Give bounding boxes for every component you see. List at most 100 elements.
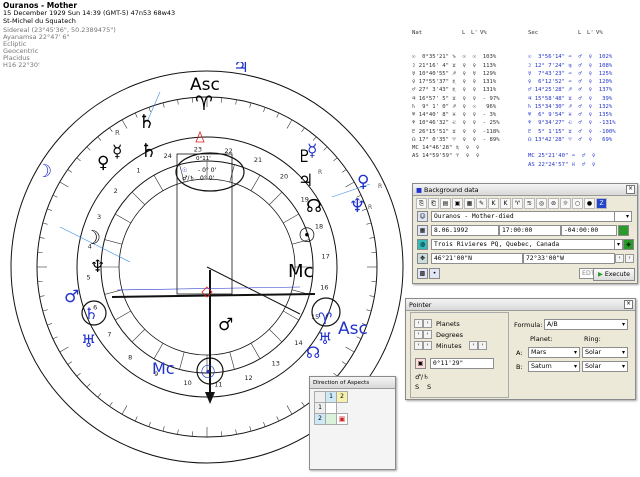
zone-field[interactable]: -04:00:00	[561, 225, 617, 236]
print-icon[interactable]: ▦	[464, 198, 475, 209]
pointer-value-field[interactable]: 0°11'29"	[430, 358, 494, 369]
name-field[interactable]: Ouranos - Mother-died	[431, 211, 615, 222]
aries-toolbar-icon[interactable]: ♈	[512, 198, 523, 209]
play-icon: ▶	[597, 271, 603, 278]
moon-icon: ☽	[84, 227, 101, 249]
wheel-icon[interactable]: ◎	[536, 198, 547, 209]
sun-toolbar-icon[interactable]: ☼	[560, 198, 571, 209]
a-planet-select[interactable]: Mars	[528, 347, 580, 358]
house-number: 12	[244, 374, 252, 382]
background-data-window[interactable]: ■ Background data × ⎘ ⎗ ▤ ▣ ▦ ✎ K K ♈ ♋ …	[412, 183, 638, 284]
coordinates-icon[interactable]: ✥	[417, 253, 428, 264]
degrees-next-icon[interactable]: ›	[423, 330, 432, 339]
execute-button[interactable]: ▶ Execute	[593, 268, 635, 281]
spin-down-icon[interactable]: ‹	[615, 254, 624, 263]
sec-header-l: L	[578, 29, 582, 36]
ring-icon[interactable]: ⊜	[548, 198, 559, 209]
natal-table: Nat L L' V% ☉ 0°35'21" ♑ ☉ ☉ 103% ☽ 21°16…	[412, 12, 500, 169]
circle-icon[interactable]: ○	[572, 198, 583, 209]
table-row: ♆ 9°34'27" ♌ ♂ ♀ -131%	[528, 120, 616, 127]
pointer-window[interactable]: Pointer × ‹ › Planets ‹ › Degrees ‹ › Mi…	[405, 298, 636, 400]
edit-icon[interactable]: ✎	[476, 198, 487, 209]
moon-icon-secondary: ☽	[36, 161, 52, 182]
table-row: ♇ 26°15'51" ♊ ♀ ♀ -118%	[412, 128, 500, 135]
pointer-calc-icon[interactable]: ▣	[415, 358, 426, 369]
house-number: 10	[184, 379, 192, 387]
mc-label-bottom: Mc	[152, 359, 175, 378]
planets-next-icon[interactable]: ›	[423, 319, 432, 328]
save-icon[interactable]: ▣	[452, 198, 463, 209]
neptune-icon: ♆	[90, 257, 105, 277]
calendar-icon[interactable]: ▦	[417, 225, 428, 236]
a-label: A:	[516, 349, 523, 357]
background-data-titlebar[interactable]: ■ Background data ×	[413, 184, 637, 196]
aspects-title: Direction of Aspects	[313, 379, 370, 386]
center-degree: 0°11'	[196, 156, 211, 162]
k2-icon[interactable]: K	[500, 198, 511, 209]
pointer-titlebar[interactable]: Pointer ×	[406, 299, 635, 311]
aspects-titlebar[interactable]: Direction of Aspects	[310, 377, 395, 389]
table-row: ♀ 17°55'37" ♏ ♀ ♀ 131%	[412, 79, 497, 85]
sec-header: Sec	[528, 29, 539, 36]
paste-icon[interactable]: ⎗	[428, 198, 439, 209]
sun-icon-secondary: ☉	[200, 362, 216, 383]
a-ring-select[interactable]: Solar	[582, 347, 628, 358]
z-icon[interactable]: Z	[596, 198, 607, 209]
dot-icon[interactable]: ●	[584, 198, 595, 209]
place-field[interactable]: Trois Rivieres PQ, Quebec, Canada	[431, 239, 615, 250]
table-row: ♅ 14°40' 8" ♓ ♀ ♀ - 3%	[412, 112, 497, 118]
house-number: 24	[164, 152, 172, 160]
b-ring-select[interactable]: Solar	[582, 361, 628, 372]
minutes-step-prev-icon[interactable]: ‹	[469, 341, 478, 350]
longitude-field[interactable]: 72°33'00"W	[523, 253, 615, 264]
place-dropdown[interactable]	[614, 239, 623, 250]
house-number: 21	[254, 156, 262, 164]
ring-s1: S	[415, 383, 420, 391]
table-row: ♃ 16°57' 5" ♊ ♀ ♀ - 97%	[412, 95, 500, 102]
center-mars-saturn: ♂/♄	[182, 175, 195, 182]
secondary-table: Sec L L' V% ☉ 3°56'14" ♒ ♂ ♀ 102% ☽ 12° 7…	[528, 12, 616, 177]
close-icon[interactable]: ×	[626, 185, 635, 194]
planets-prev-icon[interactable]: ‹	[414, 319, 423, 328]
execute-label: Execute	[604, 271, 631, 278]
name-dropdown[interactable]	[614, 211, 632, 222]
k-icon[interactable]: K	[488, 198, 499, 209]
new-icon[interactable]: ▤	[440, 198, 451, 209]
chart-place: St-Michel du Squatech	[3, 17, 76, 25]
cancer-toolbar-icon[interactable]: ♋	[524, 198, 535, 209]
degrees-label: Degrees	[436, 331, 464, 339]
zone-indicator-icon[interactable]	[618, 225, 629, 236]
formula-select[interactable]: A/B	[544, 319, 628, 330]
minutes-prev-icon[interactable]: ‹	[414, 341, 423, 350]
dot-select-icon[interactable]: •	[429, 268, 440, 279]
center-row-1: - 0° 0'	[198, 167, 217, 174]
globe-icon[interactable]: ◍	[417, 239, 428, 250]
table-row: ♂ 27° 3'43" ♏ ♀ ♀ 131%	[412, 87, 497, 94]
degrees-prev-icon[interactable]: ‹	[414, 330, 423, 339]
jupiter-icon-secondary: ♃	[233, 62, 249, 77]
date-field[interactable]: 8.06.1992	[431, 225, 499, 236]
ring-header: Ring:	[584, 335, 601, 343]
time-field[interactable]: 17:00:00	[499, 225, 561, 236]
b-planet-select[interactable]: Saturn	[528, 361, 580, 372]
mc-line	[206, 266, 301, 315]
minutes-label: Minutes	[436, 342, 462, 350]
aspects-window[interactable]: Direction of Aspects 1 2 1 2 ▣	[309, 376, 396, 470]
close-icon[interactable]: ×	[624, 300, 633, 309]
table-row: ♂ 14°25'28" ♐ ♂ ♀ 137%	[528, 87, 613, 94]
grid-icon[interactable]: ▩	[417, 268, 428, 279]
venus-icon: ♀	[97, 153, 109, 173]
minutes-step-next-icon[interactable]: ›	[478, 341, 487, 350]
aspect-square-icon[interactable]: ▣	[336, 413, 348, 425]
table-row: ☊ 17° 0'35" ♈ ♀ ♀ - 89%	[412, 136, 500, 143]
map-icon[interactable]: ◈	[623, 239, 634, 250]
copy-icon[interactable]: ⎘	[416, 198, 427, 209]
jupiter-icon: ♃	[298, 171, 313, 191]
mars-icon: ♂	[218, 315, 233, 335]
latitude-field[interactable]: 46°21'00"N	[431, 253, 523, 264]
person-icon[interactable]: ☺	[417, 211, 428, 222]
spin-up-icon[interactable]: ›	[625, 254, 634, 263]
planet-header: Planet:	[530, 335, 553, 343]
minutes-next-icon[interactable]: ›	[423, 341, 432, 350]
table-row: ☿ 10°40'55" ♐ ♀ ☿ 129%	[412, 70, 497, 77]
